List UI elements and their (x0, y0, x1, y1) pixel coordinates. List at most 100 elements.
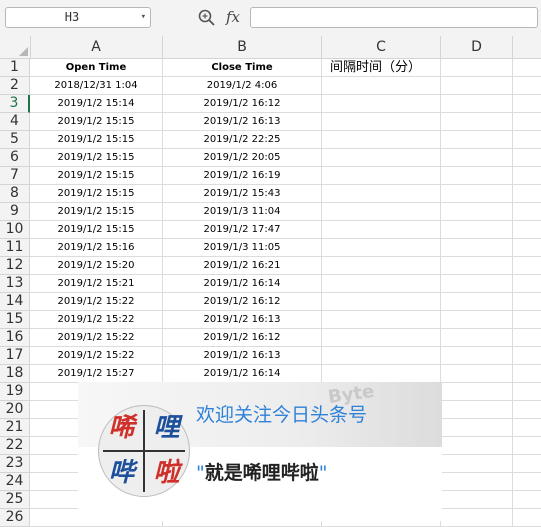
cell-d12[interactable] (441, 257, 513, 275)
cell-b7[interactable]: 2019/1/2 16:19 (163, 167, 322, 185)
row-header-22[interactable]: 22 (0, 437, 30, 455)
cell-c18[interactable] (322, 365, 441, 383)
cell-e25[interactable] (513, 491, 541, 509)
cell-e12[interactable] (513, 257, 541, 275)
cell-b2[interactable]: 2019/1/2 4:06 (163, 77, 322, 95)
cell-a11[interactable]: 2019/1/2 15:16 (30, 239, 163, 257)
cell-d5[interactable] (441, 131, 513, 149)
cell-b8[interactable]: 2019/1/2 15:43 (163, 185, 322, 203)
cell-c5[interactable] (322, 131, 441, 149)
row-header-17[interactable]: 17 (0, 347, 30, 365)
cell-e14[interactable] (513, 293, 541, 311)
cell-d17[interactable] (441, 347, 513, 365)
cell-b11[interactable]: 2019/1/3 11:05 (163, 239, 322, 257)
row-header-19[interactable]: 19 (0, 383, 30, 401)
cell-e16[interactable] (513, 329, 541, 347)
cell-e4[interactable] (513, 113, 541, 131)
cell-d7[interactable] (441, 167, 513, 185)
column-header-b[interactable]: B (163, 36, 322, 58)
row-header-12[interactable]: 12 (0, 257, 30, 275)
row-header-4[interactable]: 4 (0, 113, 30, 131)
row-header-8[interactable]: 8 (0, 185, 30, 203)
cell-c4[interactable] (322, 113, 441, 131)
row-header-18[interactable]: 18 (0, 365, 30, 383)
cell-a1[interactable]: Open Time (30, 59, 163, 77)
chevron-down-icon[interactable]: ▾ (141, 8, 146, 27)
formula-input[interactable] (250, 7, 538, 28)
cell-e22[interactable] (513, 437, 541, 455)
cell-e8[interactable] (513, 185, 541, 203)
cell-c3[interactable] (322, 95, 441, 113)
cell-d16[interactable] (441, 329, 513, 347)
row-header-3[interactable]: 3 (0, 95, 30, 113)
row-header-10[interactable]: 10 (0, 221, 30, 239)
cell-e15[interactable] (513, 311, 541, 329)
cell-d10[interactable] (441, 221, 513, 239)
column-header-a[interactable]: A (30, 36, 163, 58)
cell-c1[interactable]: 间隔时间（分） (322, 59, 441, 77)
cell-b14[interactable]: 2019/1/2 16:12 (163, 293, 322, 311)
cell-d8[interactable] (441, 185, 513, 203)
cell-c13[interactable] (322, 275, 441, 293)
cell-e3[interactable] (513, 95, 541, 113)
cell-d1[interactable] (441, 59, 513, 77)
row-header-16[interactable]: 16 (0, 329, 30, 347)
name-box[interactable]: H3 ▾ (5, 7, 151, 28)
cell-a12[interactable]: 2019/1/2 15:20 (30, 257, 163, 275)
cell-b5[interactable]: 2019/1/2 22:25 (163, 131, 322, 149)
cell-c14[interactable] (322, 293, 441, 311)
row-header-14[interactable]: 14 (0, 293, 30, 311)
cell-a4[interactable]: 2019/1/2 15:15 (30, 113, 163, 131)
row-header-5[interactable]: 5 (0, 131, 30, 149)
row-header-25[interactable]: 25 (0, 491, 30, 509)
column-header-c[interactable]: C (322, 36, 441, 58)
cell-b12[interactable]: 2019/1/2 16:21 (163, 257, 322, 275)
cell-b6[interactable]: 2019/1/2 20:05 (163, 149, 322, 167)
cell-b15[interactable]: 2019/1/2 16:13 (163, 311, 322, 329)
cell-d14[interactable] (441, 293, 513, 311)
cell-d26[interactable] (441, 509, 513, 527)
cell-b1[interactable]: Close Time (163, 59, 322, 77)
cell-d18[interactable] (441, 365, 513, 383)
select-all-corner[interactable] (0, 36, 31, 58)
cell-d25[interactable] (441, 491, 513, 509)
cell-e7[interactable] (513, 167, 541, 185)
cell-d21[interactable] (441, 419, 513, 437)
cell-a7[interactable]: 2019/1/2 15:15 (30, 167, 163, 185)
cell-e17[interactable] (513, 347, 541, 365)
cell-e26[interactable] (513, 509, 541, 527)
cell-c10[interactable] (322, 221, 441, 239)
cell-e20[interactable] (513, 401, 541, 419)
cell-b17[interactable]: 2019/1/2 16:13 (163, 347, 322, 365)
row-header-15[interactable]: 15 (0, 311, 30, 329)
cell-a8[interactable]: 2019/1/2 15:15 (30, 185, 163, 203)
row-header-7[interactable]: 7 (0, 167, 30, 185)
fx-icon[interactable]: fx (226, 8, 240, 26)
cell-d23[interactable] (441, 455, 513, 473)
cell-c12[interactable] (322, 257, 441, 275)
cell-d24[interactable] (441, 473, 513, 491)
cell-d4[interactable] (441, 113, 513, 131)
cell-c11[interactable] (322, 239, 441, 257)
cell-c17[interactable] (322, 347, 441, 365)
cell-a2[interactable]: 2018/12/31 1:04 (30, 77, 163, 95)
cell-e23[interactable] (513, 455, 541, 473)
row-header-26[interactable]: 26 (0, 509, 30, 527)
cell-b16[interactable]: 2019/1/2 16:12 (163, 329, 322, 347)
cell-c9[interactable] (322, 203, 441, 221)
cell-a13[interactable]: 2019/1/2 15:21 (30, 275, 163, 293)
cell-e19[interactable] (513, 383, 541, 401)
row-header-9[interactable]: 9 (0, 203, 30, 221)
cell-b10[interactable]: 2019/1/2 17:47 (163, 221, 322, 239)
row-header-20[interactable]: 20 (0, 401, 30, 419)
cell-d6[interactable] (441, 149, 513, 167)
row-header-6[interactable]: 6 (0, 149, 30, 167)
cell-c2[interactable] (322, 77, 441, 95)
column-header-d[interactable]: D (441, 36, 513, 58)
row-header-13[interactable]: 13 (0, 275, 30, 293)
cell-c16[interactable] (322, 329, 441, 347)
row-header-11[interactable]: 11 (0, 239, 30, 257)
cell-d2[interactable] (441, 77, 513, 95)
cell-a9[interactable]: 2019/1/2 15:15 (30, 203, 163, 221)
cell-d20[interactable] (441, 401, 513, 419)
